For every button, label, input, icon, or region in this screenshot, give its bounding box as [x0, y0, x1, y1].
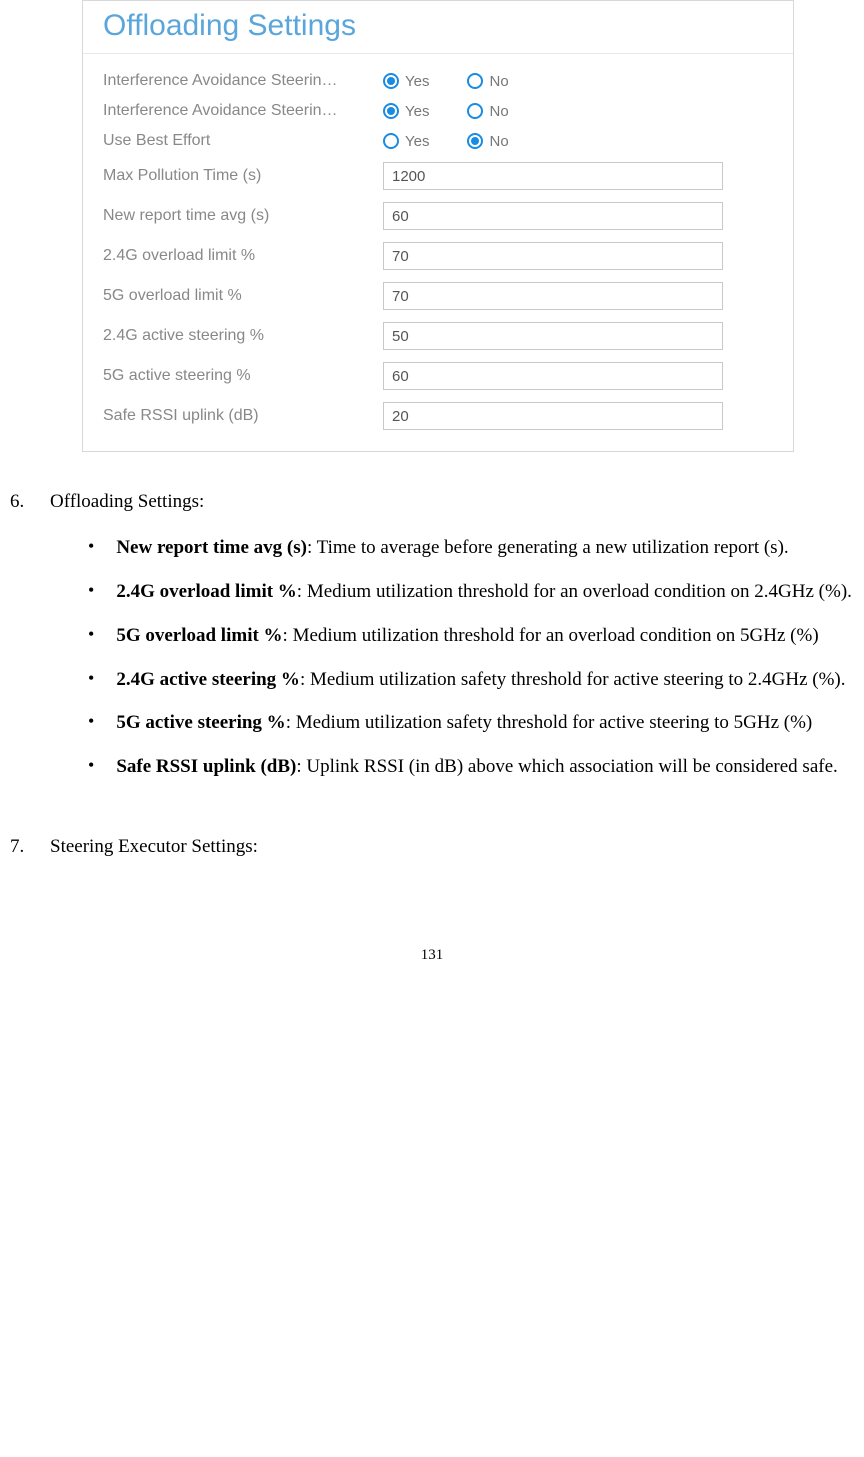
radio-yes[interactable]: Yes [383, 103, 429, 120]
page-number: 131 [10, 947, 854, 984]
form-row: New report time avg (s) [83, 196, 793, 236]
form-label: Max Pollution Time (s) [103, 167, 383, 185]
bullet-item: • 5G active steering %: Medium utilizatio… [88, 703, 854, 743]
list-title: Steering Executor Settings: [50, 827, 258, 867]
bullet-term: 2.4G active steering % [116, 669, 300, 690]
bullet-term: Safe RSSI uplink (dB) [116, 756, 296, 777]
list-number: 6. [10, 482, 32, 522]
radio-label-yes: Yes [405, 103, 429, 120]
radio-no[interactable]: No [467, 73, 508, 90]
bullet-icon: • [88, 528, 94, 568]
radio-label-yes: Yes [405, 73, 429, 90]
form-label: 5G active steering % [103, 367, 383, 385]
radio-icon[interactable] [383, 133, 399, 149]
form-label: 5G overload limit % [103, 287, 383, 305]
radio-label-no: No [489, 73, 508, 90]
list-item-7: 7. Steering Executor Settings: [10, 827, 854, 867]
bullet-item: • 2.4G overload limit %: Medium utilizati… [88, 572, 854, 612]
radio-label-yes: Yes [405, 133, 429, 150]
form-label: New report time avg (s) [103, 207, 383, 225]
bullet-text: 5G active steering %: Medium utilization… [116, 703, 854, 743]
form-label: Safe RSSI uplink (dB) [103, 407, 383, 425]
bullet-item: • Safe RSSI uplink (dB): Uplink RSSI (in … [88, 747, 854, 787]
form-label: 2.4G overload limit % [103, 247, 383, 265]
radio-icon[interactable] [383, 73, 399, 89]
bullet-desc: : Medium utilization threshold for an ov… [297, 581, 852, 602]
form-row: Use Best Effort Yes No [83, 126, 793, 156]
radio-no[interactable]: No [467, 133, 508, 150]
radio-label-no: No [489, 103, 508, 120]
text-input[interactable] [383, 162, 723, 190]
settings-panel: Offloading Settings Interference Avoidan… [82, 0, 794, 452]
bullet-term: New report time avg (s) [116, 537, 307, 558]
text-input[interactable] [383, 242, 723, 270]
form-row: 2.4G active steering % [83, 316, 793, 356]
form-row: Max Pollution Time (s) [83, 156, 793, 196]
bullet-icon: • [88, 747, 94, 787]
form-label: Interference Avoidance Steerin… [103, 72, 383, 90]
radio-icon[interactable] [467, 103, 483, 119]
bullet-term: 2.4G overload limit % [116, 581, 296, 602]
form-row: Interference Avoidance Steerin… Yes No [83, 66, 793, 96]
bullet-list: • New report time avg (s): Time to averag… [10, 528, 854, 787]
radio-no[interactable]: No [467, 103, 508, 120]
form-row: 5G overload limit % [83, 276, 793, 316]
radio-label-no: No [489, 133, 508, 150]
bullet-text: New report time avg (s): Time to average… [116, 528, 854, 568]
form-row: 2.4G overload limit % [83, 236, 793, 276]
bullet-icon: • [88, 572, 94, 612]
bullet-item: • New report time avg (s): Time to averag… [88, 528, 854, 568]
text-input[interactable] [383, 362, 723, 390]
form-label: Interference Avoidance Steerin… [103, 102, 383, 120]
bullet-term: 5G overload limit % [116, 625, 282, 646]
radio-icon[interactable] [383, 103, 399, 119]
bullet-text: 2.4G active steering %: Medium utilizati… [116, 660, 854, 700]
document-body: 6. Offloading Settings: • New report time… [10, 482, 854, 867]
bullet-desc: : Medium utilization safety threshold fo… [300, 669, 846, 690]
panel-title: Offloading Settings [83, 1, 793, 54]
list-title: Offloading Settings: [50, 482, 204, 522]
bullet-icon: • [88, 703, 94, 743]
bullet-desc: : Medium utilization threshold for an ov… [283, 625, 819, 646]
text-input[interactable] [383, 282, 723, 310]
list-item-6: 6. Offloading Settings: [10, 482, 854, 522]
bullet-text: Safe RSSI uplink (dB): Uplink RSSI (in d… [116, 747, 854, 787]
bullet-desc: : Medium utilization safety threshold fo… [286, 712, 813, 733]
radio-yes[interactable]: Yes [383, 73, 429, 90]
bullet-text: 5G overload limit %: Medium utilization … [116, 616, 854, 656]
form-label: Use Best Effort [103, 132, 383, 150]
list-number: 7. [10, 827, 32, 867]
bullet-text: 2.4G overload limit %: Medium utilizatio… [116, 572, 854, 612]
text-input[interactable] [383, 402, 723, 430]
bullet-icon: • [88, 616, 94, 656]
form-label: 2.4G active steering % [103, 327, 383, 345]
bullet-item: • 2.4G active steering %: Medium utilizat… [88, 660, 854, 700]
form-row: Interference Avoidance Steerin… Yes No [83, 96, 793, 126]
form-row: Safe RSSI uplink (dB) [83, 396, 793, 436]
radio-icon[interactable] [467, 73, 483, 89]
bullet-item: • 5G overload limit %: Medium utilization… [88, 616, 854, 656]
text-input[interactable] [383, 322, 723, 350]
bullet-icon: • [88, 660, 94, 700]
text-input[interactable] [383, 202, 723, 230]
radio-icon[interactable] [467, 133, 483, 149]
bullet-desc: : Uplink RSSI (in dB) above which associ… [296, 756, 837, 777]
bullet-term: 5G active steering % [116, 712, 285, 733]
bullet-desc: : Time to average before generating a ne… [307, 537, 789, 558]
radio-yes[interactable]: Yes [383, 133, 429, 150]
form-row: 5G active steering % [83, 356, 793, 396]
